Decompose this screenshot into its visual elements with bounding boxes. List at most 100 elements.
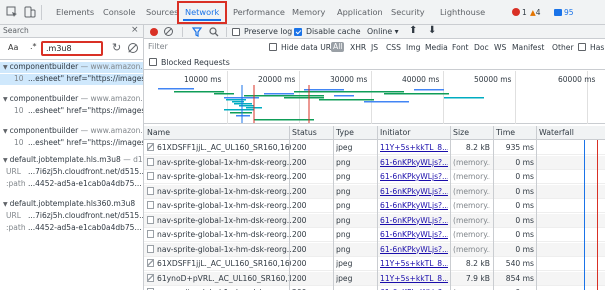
close-icon[interactable]: × (131, 25, 139, 35)
type-filter-js[interactable]: JS (371, 43, 378, 52)
blocked-requests-checkbox[interactable] (149, 58, 157, 66)
preserve-log-label: Preserve log (244, 27, 293, 36)
error-count[interactable]: 1 (512, 7, 527, 18)
request-name: nav-sprite-global-1x-hm-dsk-reorg... (147, 230, 291, 239)
type-filter-ws[interactable]: WS (494, 43, 506, 52)
search-input[interactable] (41, 41, 103, 56)
request-initiator-link[interactable]: 61-6nKPkyWLjs?... (380, 158, 448, 167)
type-filter-other[interactable]: Other (552, 43, 574, 52)
type-filter-img[interactable]: Img (406, 43, 420, 52)
column-time[interactable]: Time (496, 128, 515, 137)
export-har-icon[interactable]: ⬇ (428, 25, 436, 36)
request-initiator-link[interactable]: 61-6nKPkyWLjs?... (380, 245, 448, 254)
warning-count-value: 4 (535, 8, 541, 17)
result-line[interactable]: URL ...7i6zj5h.cloudfront.net/d515... (0, 167, 143, 178)
regex-toggle[interactable]: .* (30, 42, 37, 51)
result-line[interactable]: :path ...4452-ad5a-e1cab0a4db75... (0, 179, 143, 190)
type-filter-css[interactable]: CSS (386, 43, 401, 52)
request-size: (memory... (453, 186, 490, 196)
refresh-icon[interactable]: ↻ (112, 41, 121, 54)
column-status[interactable]: Status (292, 128, 317, 137)
request-type: png (336, 215, 351, 225)
filter-icon[interactable] (192, 27, 202, 37)
import-har-icon[interactable]: ⬆ (409, 25, 417, 36)
tab-memory[interactable]: Memory (292, 0, 325, 25)
column-separator (333, 126, 334, 290)
preserve-log-checkbox[interactable] (232, 28, 240, 36)
search-tab[interactable]: Search (3, 26, 29, 35)
type-filter-manifest[interactable]: Manifest (512, 43, 544, 52)
type-filter-xhr[interactable]: XHR (350, 43, 366, 52)
match-case-toggle[interactable]: Aa (8, 43, 18, 52)
request-type: png (336, 186, 351, 196)
request-initiator-link[interactable]: 11Y+5s+kkTL_8... (380, 274, 448, 283)
request-status: 200 (292, 143, 307, 152)
tab-sources[interactable]: Sources (146, 0, 178, 25)
waterfall-load-line (597, 140, 598, 290)
tab-network[interactable]: Network (177, 1, 228, 24)
result-line[interactable]: :path ...4452-ad5a-e1cab0a4db75... (0, 223, 143, 234)
request-name: 61ynoD+pVRL._AC_UL160_SR160,1... (147, 273, 291, 283)
result-line[interactable]: 10 ...esheet" href="https://images-... (0, 138, 143, 149)
result-file[interactable]: ▼ default.jobtemplate.hls360.m3u8 (0, 199, 143, 210)
chevron-down-icon: ▼ (3, 157, 8, 164)
result-file[interactable]: ▼default.jobtemplate.hls.m3u8 — d1... (0, 155, 143, 166)
result-line[interactable]: 10 ...esheet" href="https://images-... (0, 74, 143, 85)
clear-log-icon[interactable] (164, 27, 173, 36)
inspect-element-icon[interactable] (6, 6, 18, 18)
tab-elements[interactable]: Elements (56, 0, 94, 25)
type-filter-media[interactable]: Media (425, 43, 448, 52)
column-size[interactable]: Size (453, 128, 469, 137)
request-initiator-link[interactable]: 11Y+5s+kkTL_8... (380, 143, 448, 152)
type-filter-all[interactable]: All (331, 42, 345, 52)
request-initiator-link[interactable]: 61-6nKPkyWLjs?... (380, 201, 448, 210)
request-initiator-link[interactable]: 61-6nKPkyWLjs?... (380, 230, 448, 239)
throttle-value: Online (367, 27, 393, 36)
tab-lighthouse[interactable]: Lighthouse (440, 0, 485, 25)
search-icon[interactable] (209, 27, 219, 37)
device-toolbar-icon[interactable] (24, 6, 36, 18)
has-blocked-cookies-checkbox[interactable] (578, 43, 586, 51)
result-line[interactable]: URL ...7i6zj5h.cloudfront.net/d515... (0, 211, 143, 222)
request-name: 61XDSFF1jjL._AC_UL160_SR160,160... (147, 259, 291, 268)
disable-cache-checkbox[interactable] (294, 28, 302, 36)
warning-count[interactable]: ▲4 (530, 7, 541, 18)
type-filter-font[interactable]: Font (452, 43, 469, 52)
tab-application[interactable]: Application (337, 0, 383, 25)
result-line-text: ...7i6zj5h.cloudfront.net/d515... (28, 211, 143, 220)
throttle-select[interactable]: Online ▾ (367, 27, 399, 36)
result-line[interactable]: 10 ...esheet" href="https://images-... (0, 106, 143, 117)
request-initiator-link[interactable]: 61-6nKPkyWLjs?... (380, 172, 448, 181)
hide-data-urls-checkbox[interactable] (269, 43, 277, 51)
type-filter-doc[interactable]: Doc (474, 43, 489, 52)
message-icon (554, 9, 562, 16)
filter-input[interactable]: Filter (148, 42, 168, 51)
request-name-text: nav-sprite-global-1x-hm-dsk-reorg... (157, 201, 291, 210)
record-icon[interactable] (150, 28, 158, 36)
column-type[interactable]: Type (336, 128, 354, 137)
tab-security[interactable]: Security (391, 0, 425, 25)
request-type: jpeg (336, 143, 353, 152)
column-waterfall[interactable]: Waterfall (539, 128, 574, 137)
network-overview[interactable]: 10000 ms 20000 ms 30000 ms 40000 ms 5000… (144, 71, 605, 124)
request-initiator-link[interactable]: 61-6nKPkyWLjs?... (380, 216, 448, 225)
result-file-url: — www.amazon... (80, 94, 143, 103)
result-file-name: default.jobtemplate.hls.m3u8 (9, 155, 121, 164)
tab-console[interactable]: Console (103, 0, 136, 25)
result-file[interactable]: ▼ componentbuilder — www.amazon... (0, 94, 143, 105)
request-time: 0 ms (515, 186, 534, 196)
request-initiator-link[interactable]: 11Y+5s+kkTL_8... (380, 259, 448, 268)
clear-icon[interactable] (128, 43, 138, 53)
column-initiator[interactable]: Initiator (380, 128, 410, 137)
tab-separator (41, 5, 42, 20)
request-name-text: 61XDSFF1jjL._AC_UL160_SR160,160... (157, 143, 291, 152)
tab-performance[interactable]: Performance (233, 0, 285, 25)
message-count[interactable]: 95 (554, 7, 574, 18)
result-line-text: ...esheet" href="https://images-... (28, 74, 143, 83)
result-file[interactable]: ▼ componentbuilder — www.amazon... (0, 62, 143, 73)
request-initiator-link[interactable]: 61-6nKPkyWLjs?... (380, 187, 448, 196)
column-name[interactable]: Name (147, 128, 170, 137)
request-size: 7.9 kB (465, 273, 490, 283)
search-panel-header: Search × (0, 25, 143, 38)
result-file[interactable]: ▼ componentbuilder — www.amazon... (0, 126, 143, 137)
